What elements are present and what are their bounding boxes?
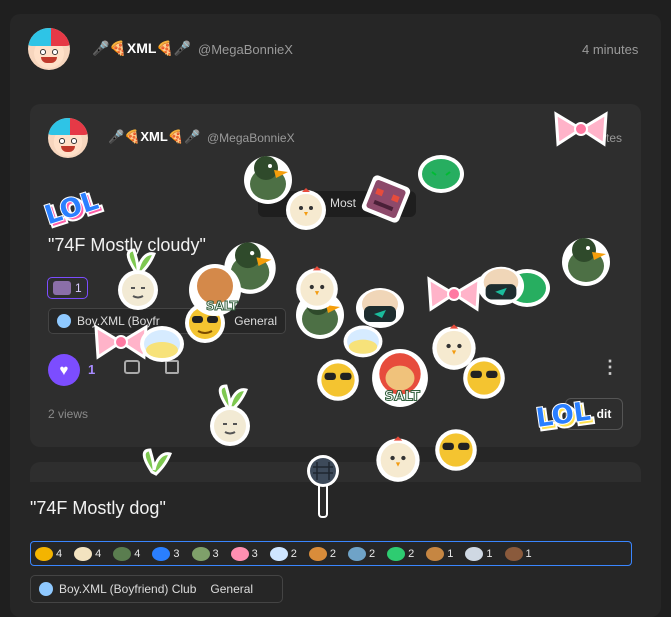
reaction-item[interactable]: 1 [504, 546, 532, 561]
reaction-item[interactable]: 1 [426, 546, 454, 561]
mask-duck-icon [191, 546, 210, 561]
turnip-sticker [210, 384, 250, 446]
more-options-icon[interactable]: ⋮ [601, 357, 619, 378]
salt-sticker: SALT [372, 349, 428, 407]
reaction-count: 4 [95, 547, 102, 560]
reaction-item[interactable]: 2 [348, 546, 376, 561]
sunglasses-emoji-icon [35, 546, 53, 561]
author-name[interactable]: 🎤🍕XML🍕🎤 [92, 40, 191, 57]
reaction-count: 4 [56, 547, 63, 560]
lol-sticker-text: LOL [41, 186, 102, 229]
chicken-sticker [296, 266, 338, 310]
quoted-author-name[interactable]: 🎤🍕XML🍕🎤 [108, 129, 200, 145]
reaction-item[interactable]: 4 [74, 546, 102, 561]
sunglasses-emoji-sticker [317, 359, 359, 401]
edit-label: dit [596, 407, 612, 421]
salt-text: SALT [206, 299, 239, 313]
community-avatar-icon [39, 582, 53, 596]
author-avatar[interactable] [28, 28, 70, 70]
chicken-icon [74, 546, 93, 561]
robot-icon [53, 281, 71, 295]
reaction-item[interactable]: 4 [35, 546, 63, 561]
reaction-item[interactable]: 1 [465, 546, 493, 561]
view-count: 2 views [48, 407, 89, 421]
like-count: 1 [88, 362, 96, 377]
reaction-count: 2 [290, 547, 297, 560]
duck-sticker [562, 238, 610, 286]
chicken-sticker [376, 436, 420, 482]
duck-icon [113, 546, 132, 561]
reaction-item[interactable]: 2 [387, 546, 415, 561]
community-name: Boy.XML (Boyfriend) Club [59, 582, 197, 596]
reaction-item[interactable]: 2 [308, 546, 336, 561]
slime-icon [387, 546, 406, 561]
turnip-sticker [142, 448, 173, 476]
slime-sticker [418, 155, 464, 193]
sunglasses-emoji-sticker [435, 429, 477, 471]
community-avatar-icon [57, 314, 71, 328]
reaction-item[interactable]: 3 [191, 546, 219, 561]
post-text: "74F Mostly dog" [30, 498, 166, 518]
lol-sticker: LOL LOL [533, 396, 596, 436]
reaction-count: 2 [408, 547, 415, 560]
quoted-reaction-chip[interactable]: 1 [47, 277, 88, 299]
like-button[interactable]: ♥ [48, 354, 80, 386]
reaction-count: 4 [134, 547, 141, 560]
author-handle[interactable]: @MegaBonnieX [198, 42, 293, 57]
reaction-item[interactable]: 2 [269, 546, 297, 561]
reaction-count: 3 [212, 547, 219, 560]
reaction-count: 2 [369, 547, 376, 560]
bow-icon [230, 546, 249, 561]
reaction-item[interactable]: 4 [113, 546, 141, 561]
microphone-sticker [307, 455, 339, 518]
microphone-icon [465, 546, 484, 561]
reaction-count: 3 [251, 547, 258, 560]
tooltip-text: Most [330, 196, 357, 210]
bow-sticker [427, 276, 481, 312]
salt-sticker: SALT [189, 264, 241, 316]
reaction-count: 1 [447, 547, 454, 560]
sunglasses-emoji-sticker [463, 357, 505, 399]
reaction-item[interactable]: 3 [230, 546, 258, 561]
bow-sticker [554, 111, 608, 147]
reaction-item[interactable]: 3 [152, 546, 180, 561]
reaction-bar: 4 4 4 3 3 3 2 2 2 2 1 1 1 [30, 541, 632, 566]
cookie-icon [426, 546, 445, 561]
salt-icon [308, 546, 327, 561]
reaction-count: 1 [486, 547, 493, 560]
reaction-count: 2 [329, 547, 336, 560]
quoted-reaction-count: 1 [75, 281, 82, 295]
community-chip[interactable]: Boy.XML (Boyfriend) Club General [30, 575, 283, 603]
robot-sticker [361, 175, 411, 223]
quoted-author-handle[interactable]: @MegaBonnieX [207, 131, 295, 145]
quoted-author-avatar[interactable] [48, 118, 88, 158]
eye-mask-sticker [356, 288, 404, 328]
svg-text:SALT: SALT [384, 390, 420, 405]
chicken-sticker [286, 188, 326, 230]
channel-name: General [210, 582, 254, 596]
lol-sticker: LOL LOL [40, 185, 106, 229]
eye-mask-sticker [477, 266, 525, 306]
post-time: 4 minutes [582, 42, 639, 57]
turnip-sticker [118, 248, 158, 310]
reaction-count: 1 [525, 547, 532, 560]
eye-mask-icon [348, 546, 366, 561]
lol-icon [152, 546, 171, 561]
potion-icon [269, 546, 288, 561]
hair-icon [504, 546, 523, 561]
reaction-count: 3 [173, 547, 180, 560]
